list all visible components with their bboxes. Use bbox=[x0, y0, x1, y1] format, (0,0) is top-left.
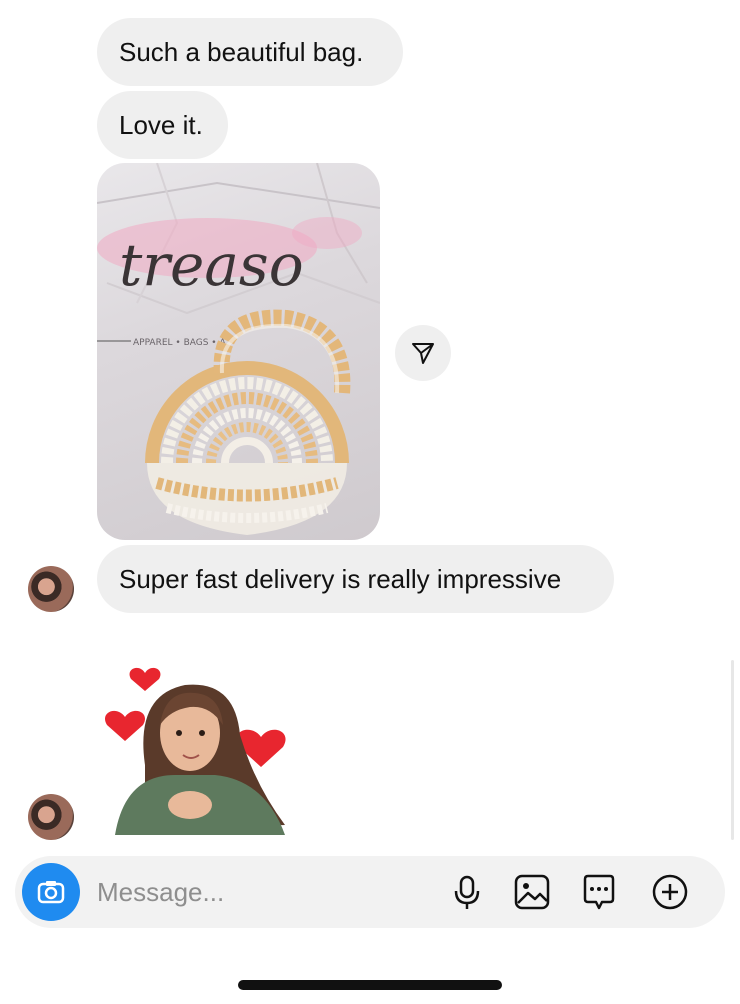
avatar-sticker[interactable] bbox=[104, 655, 305, 845]
shared-photo[interactable]: treaso APPAREL • BAGS • A bbox=[97, 163, 380, 540]
message-bubble[interactable]: Super fast delivery is really impressive bbox=[97, 545, 614, 613]
avatar[interactable] bbox=[28, 794, 74, 840]
message-text: Such a beautiful bag. bbox=[119, 37, 364, 67]
message-text: Love it. bbox=[119, 110, 203, 140]
send-icon bbox=[412, 343, 434, 364]
add-icon[interactable] bbox=[651, 873, 689, 911]
handbag-photo: treaso APPAREL • BAGS • A bbox=[97, 163, 380, 535]
share-button[interactable] bbox=[395, 325, 451, 381]
message-bubble[interactable]: Love it. bbox=[97, 91, 228, 159]
brand-logo-text: treaso bbox=[119, 231, 304, 299]
scrollbar[interactable] bbox=[731, 660, 734, 840]
avatar[interactable] bbox=[28, 566, 74, 612]
camera-button[interactable] bbox=[22, 863, 80, 921]
message-bubble[interactable]: Such a beautiful bag. bbox=[97, 18, 403, 86]
sticker-icon bbox=[104, 667, 286, 835]
gallery-icon[interactable] bbox=[513, 873, 551, 911]
message-text: Super fast delivery is really impressive bbox=[119, 564, 562, 594]
brand-tagline: APPAREL • BAGS • A bbox=[133, 338, 226, 348]
home-indicator bbox=[238, 980, 502, 990]
microphone-icon[interactable] bbox=[448, 873, 486, 911]
sticker-icon[interactable] bbox=[580, 873, 618, 911]
message-composer bbox=[15, 856, 725, 928]
message-input[interactable] bbox=[97, 874, 427, 910]
camera-icon bbox=[37, 881, 65, 904]
